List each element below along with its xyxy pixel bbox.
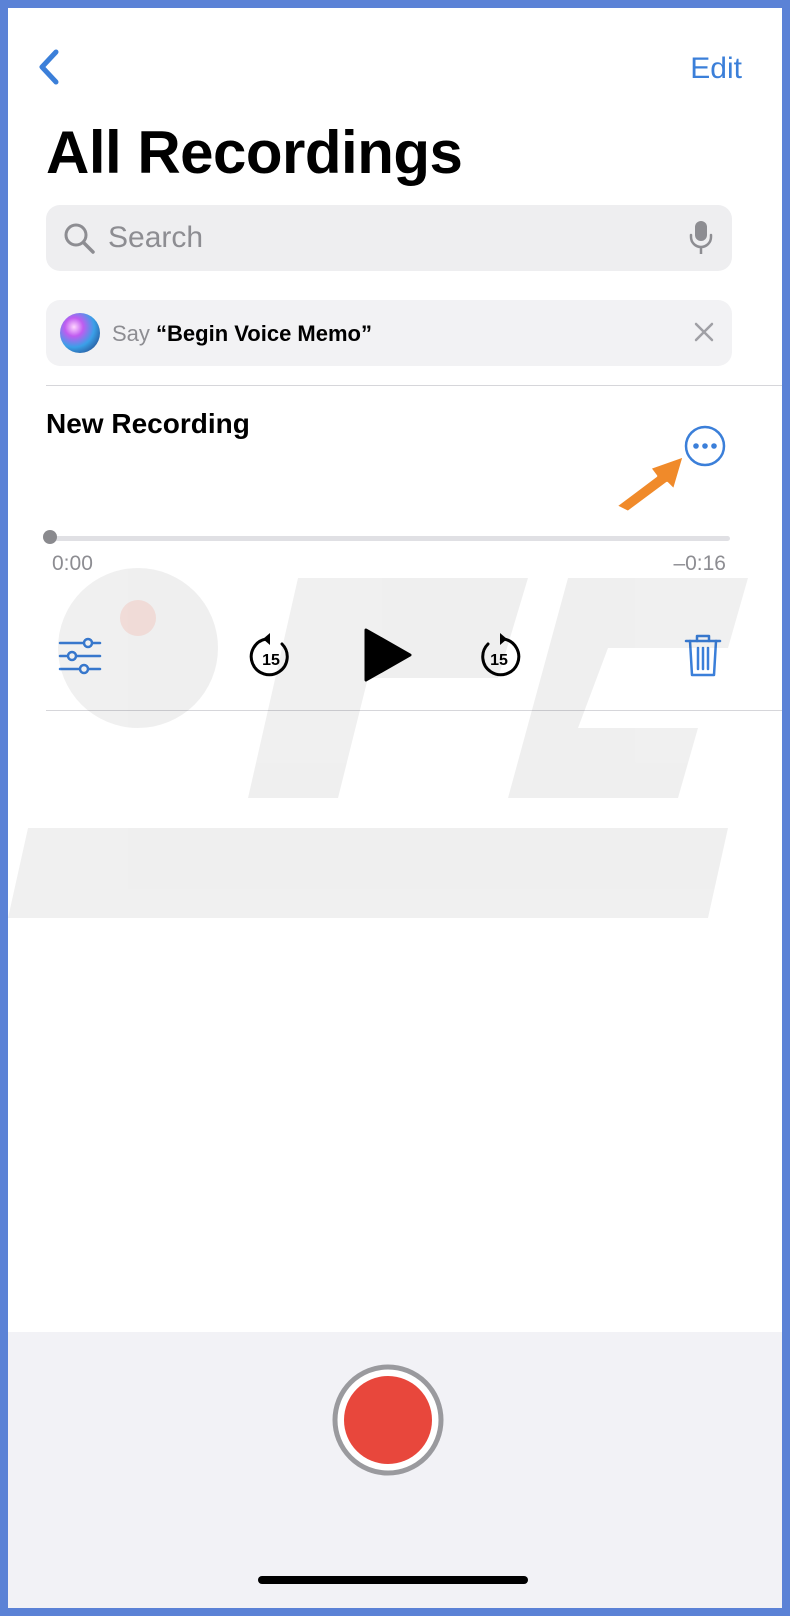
skip-forward-15-icon[interactable]: 15 [474, 630, 524, 682]
playback-scrubber-handle[interactable] [43, 530, 57, 544]
edit-button[interactable]: Edit [690, 52, 742, 86]
siri-suggestion-text: Say “Begin Voice Memo” [112, 321, 372, 347]
trash-icon[interactable] [684, 632, 722, 678]
siri-orb-icon [60, 313, 100, 353]
siri-say-prefix: Say [112, 321, 157, 346]
siri-phrase: “Begin Voice Memo” [156, 321, 372, 346]
skip-back-seconds: 15 [262, 652, 280, 669]
sliders-icon[interactable] [58, 636, 102, 676]
recording-name[interactable]: New Recording [46, 408, 250, 440]
search-bar[interactable]: Search [46, 205, 732, 271]
skip-back-15-icon[interactable]: 15 [246, 630, 296, 682]
page-title: All Recordings [46, 119, 463, 186]
skip-forward-seconds: 15 [490, 652, 508, 669]
playback-scrubber-track[interactable] [50, 536, 730, 541]
record-icon[interactable] [332, 1364, 444, 1476]
back-button[interactable] [30, 44, 70, 90]
search-input[interactable]: Search [108, 221, 203, 255]
microphone-icon[interactable] [688, 219, 714, 257]
callout-arrow-icon [614, 454, 686, 514]
play-icon[interactable] [362, 626, 414, 684]
home-indicator [258, 1576, 528, 1584]
chevron-left-icon [39, 49, 59, 85]
magnifier-icon [64, 223, 95, 254]
elapsed-time: 0:00 [52, 552, 93, 575]
siri-suggestion-banner[interactable]: Say “Begin Voice Memo” [46, 300, 732, 366]
close-icon[interactable] [692, 320, 716, 344]
watermark-logo [8, 568, 748, 918]
voice-memos-screen: Edit All Recordings Search Say “Begin Vo… [8, 8, 782, 1608]
list-divider-top [46, 385, 782, 386]
list-divider-bottom [46, 710, 782, 711]
remaining-time: –0:16 [673, 552, 726, 575]
